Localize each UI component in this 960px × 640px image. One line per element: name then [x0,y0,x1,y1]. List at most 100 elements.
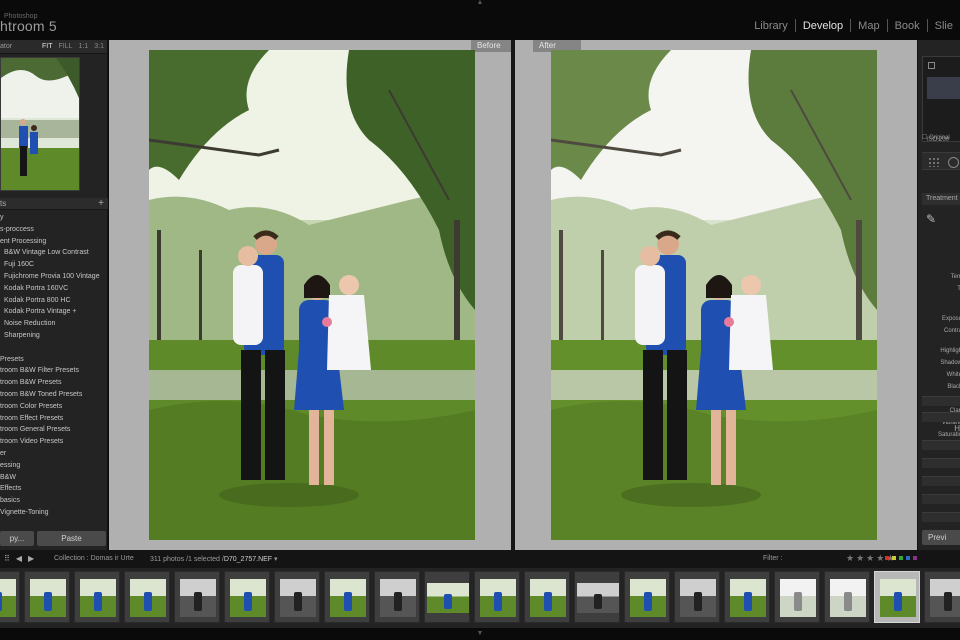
hsl-section-label[interactable]: H [922,424,960,436]
grid-view-icon[interactable]: ⠿ [4,554,10,563]
module-develop[interactable]: Develop [796,20,850,32]
before-photo[interactable] [149,50,475,540]
star-icon[interactable]: ★ [846,553,854,564]
collapse-bottom-panel-icon[interactable]: ▼ [474,630,486,637]
filmstrip-cell[interactable] [724,571,770,623]
preset-item[interactable]: troom B&W Filter Presets [0,365,108,377]
histogram[interactable]: ISO 200 [922,56,960,143]
module-library[interactable]: Library [747,20,795,32]
zoom-3-1[interactable]: 3:1 [94,43,104,50]
preset-item[interactable] [0,342,108,354]
forward-arrow-icon[interactable]: ▶ [28,554,34,563]
filmstrip-cell[interactable] [774,571,820,623]
green-label-icon[interactable] [899,556,903,560]
panel-section[interactable] [922,458,960,468]
preset-item[interactable]: Fujichrome Provia 100 Vintage [0,271,108,283]
preset-item[interactable]: Kodak Portra Vintage + [0,306,108,318]
slider-label: Contra [943,328,960,334]
filmstrip-cell[interactable] [424,571,470,623]
panel-section[interactable] [922,494,960,504]
filmstrip-cell[interactable] [24,571,70,623]
add-preset-button[interactable]: + [98,198,104,209]
collapse-top-panel-icon[interactable]: ▲ [474,0,486,6]
crop-overlay-icon[interactable] [928,157,940,167]
panel-section[interactable] [922,512,960,522]
original-photo-toggle[interactable]: ☐ Original [922,134,950,141]
panel-section[interactable] [922,476,960,486]
filename-dropdown-icon[interactable]: ▾ [272,556,278,563]
star-icon[interactable]: ★ [876,553,884,564]
module-slideshow[interactable]: Slie [928,20,960,32]
collection-source[interactable]: Collection : Domas ir Urte [54,555,134,562]
selected-filename[interactable]: D70_2757.NEF [224,556,272,563]
preset-item[interactable]: s-proccess [0,224,108,236]
preset-item[interactable]: troom B&W Presets [0,377,108,389]
filmstrip-cell[interactable] [0,571,20,623]
preset-item[interactable]: basics [0,495,108,507]
navigator-preview[interactable] [0,57,80,191]
preset-item[interactable]: B&W Vintage Low Contrast [0,247,108,259]
filmstrip-cell[interactable] [224,571,270,623]
filmstrip-cell[interactable] [74,571,120,623]
filmstrip-cell[interactable] [524,571,570,623]
preset-item[interactable]: Fuji 160C [0,259,108,271]
filmstrip-cell[interactable] [474,571,520,623]
preset-item[interactable]: ent Processing [0,236,108,248]
red-label-icon[interactable] [885,556,889,560]
presets-header[interactable]: ts + [0,198,108,210]
preset-item[interactable]: Kodak Portra 160VC [0,283,108,295]
thumbnail-figure [644,592,652,612]
star-icon[interactable]: ★ [856,553,864,564]
yellow-label-icon[interactable] [892,556,896,560]
paste-button[interactable]: Paste [37,531,106,546]
zoom-1-1[interactable]: 1:1 [79,43,89,50]
spot-removal-icon[interactable] [948,157,959,168]
back-arrow-icon[interactable]: ◀ [16,554,22,563]
copy-button[interactable]: py... [0,531,34,546]
preset-item[interactable]: essing [0,460,108,472]
filmstrip-cell[interactable] [874,571,920,623]
preset-item[interactable]: troom Effect Presets [0,413,108,425]
preset-item[interactable]: Noise Reduction [0,318,108,330]
preset-item[interactable]: Sharpening [0,330,108,342]
preset-item[interactable]: Kodak Portra 800 HC [0,295,108,307]
preset-item[interactable]: B&W [0,472,108,484]
filmstrip-cell[interactable] [574,571,620,623]
preset-item[interactable]: Effects [0,483,108,495]
slider-label: White [946,372,960,378]
white-balance-eyedropper-icon[interactable]: ✎ [926,212,944,230]
zoom-fill[interactable]: FILL [59,43,73,50]
preset-item[interactable]: y [0,212,108,224]
filmstrip-cell[interactable] [274,571,320,623]
module-book[interactable]: Book [888,20,927,32]
preset-item[interactable]: troom Video Presets [0,436,108,448]
star-icon[interactable]: ★ [866,553,874,564]
preset-item[interactable]: er [0,448,108,460]
navigator-header[interactable]: ator FIT FILL 1:1 3:1 [0,40,107,54]
color-label-filter[interactable] [885,556,917,560]
zoom-fit[interactable]: FIT [42,43,53,50]
filmstrip-cell[interactable] [374,571,420,623]
filmstrip-cell[interactable] [824,571,870,623]
panel-section[interactable] [922,396,960,406]
preset-item[interactable]: troom General Presets [0,424,108,436]
clipping-indicator-icon[interactable] [928,62,935,69]
filmstrip-cell[interactable] [624,571,670,623]
panel-section[interactable] [922,412,960,422]
panel-section[interactable] [922,440,960,450]
purple-label-icon[interactable] [913,556,917,560]
previous-button[interactable]: Previ [922,530,960,545]
filmstrip-cell[interactable] [124,571,170,623]
filmstrip-cell[interactable] [174,571,220,623]
filmstrip-cell[interactable] [674,571,720,623]
module-map[interactable]: Map [851,20,886,32]
blue-label-icon[interactable] [906,556,910,560]
preset-item[interactable]: Vignette-Toning [0,507,108,519]
navigator-thumbnail [1,58,79,190]
filmstrip-cell[interactable] [324,571,370,623]
preset-item[interactable]: troom B&W Toned Presets [0,389,108,401]
preset-item[interactable]: Presets [0,354,108,366]
after-photo[interactable] [551,50,877,540]
preset-item[interactable]: troom Color Presets [0,401,108,413]
filmstrip-cell[interactable] [924,571,960,623]
